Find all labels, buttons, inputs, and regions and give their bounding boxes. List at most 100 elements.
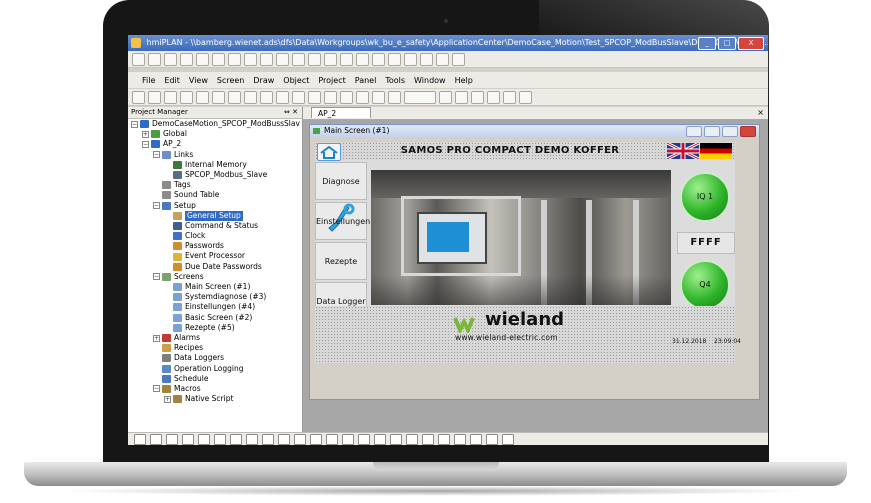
zoom-in-icon[interactable] (324, 90, 337, 104)
lamp-icon[interactable] (438, 433, 450, 445)
alarm-display-icon[interactable] (486, 433, 498, 445)
tree-expand-icon[interactable]: + (153, 334, 160, 342)
bring-front-icon[interactable] (324, 52, 337, 66)
menu-draw[interactable]: Draw (253, 76, 274, 85)
align-top-icon[interactable] (180, 52, 193, 66)
screen-close-button[interactable] (740, 126, 756, 137)
pie-icon[interactable] (342, 433, 354, 445)
undo-icon[interactable] (228, 90, 241, 104)
align-bottom-icon[interactable] (212, 52, 225, 66)
offline-sim-icon[interactable] (455, 90, 468, 104)
menu-help[interactable]: Help (455, 76, 473, 85)
tree-item[interactable]: Einstellungen (#4) (128, 302, 302, 312)
open-folder-icon[interactable] (148, 90, 161, 104)
new-file-icon[interactable] (132, 90, 145, 104)
unlock-icon[interactable] (404, 52, 417, 66)
tree-expand-icon[interactable]: + (164, 395, 171, 403)
zoom-out-icon[interactable] (340, 90, 353, 104)
rezepte-button[interactable]: Rezepte (315, 242, 367, 280)
paste-icon[interactable] (212, 90, 225, 104)
same-width-icon[interactable] (276, 52, 289, 66)
polygon-icon[interactable] (262, 433, 274, 445)
tree-item[interactable]: − Screens (128, 272, 302, 282)
align-left-icon[interactable] (132, 52, 145, 66)
screen-properties-icon[interactable] (308, 90, 321, 104)
tab-close-icon[interactable]: × (757, 107, 764, 119)
zoom-select[interactable] (404, 90, 436, 104)
online-sim-icon[interactable] (471, 90, 484, 104)
tree-expand-icon[interactable]: + (142, 130, 149, 138)
tree-item[interactable]: Main Screen (#1) (128, 282, 302, 292)
tree-item[interactable]: Internal Memory (128, 160, 302, 170)
tree-item[interactable]: + Alarms (128, 333, 302, 343)
tree-item[interactable]: Operation Logging (128, 364, 302, 374)
screen-maximize-button[interactable] (722, 126, 738, 137)
ungroup-icon[interactable] (372, 52, 385, 66)
recipe-display-icon[interactable] (502, 433, 514, 445)
menu-file[interactable]: File (142, 76, 155, 85)
tree-item[interactable]: Clock (128, 231, 302, 241)
menu-tools[interactable]: Tools (385, 76, 405, 85)
flip-icon[interactable] (436, 52, 449, 66)
menu-screen[interactable]: Screen (217, 76, 245, 85)
group-icon[interactable] (356, 52, 369, 66)
tree-item[interactable]: − DemoCaseMotion_SPCOP_ModBussSlav (128, 119, 302, 129)
tree-item[interactable]: − AP_2 (128, 139, 302, 149)
tree-item[interactable]: SPCOP_Modbus_Slave (128, 170, 302, 180)
screen-new-icon[interactable] (260, 90, 273, 104)
circle-icon[interactable] (294, 433, 306, 445)
tree-item[interactable]: Data Loggers (128, 353, 302, 363)
save-icon[interactable] (164, 90, 177, 104)
horizontal-line-icon[interactable] (182, 433, 194, 445)
pentagon-icon[interactable] (278, 433, 290, 445)
vertical-line-icon[interactable] (198, 433, 210, 445)
tree-expand-icon[interactable]: − (153, 202, 160, 210)
pointer-icon[interactable] (134, 433, 146, 445)
picture-icon[interactable] (406, 433, 418, 445)
tree-item[interactable]: Tags (128, 180, 302, 190)
transfer-icon[interactable] (487, 90, 500, 104)
tree-expand-icon[interactable]: − (153, 151, 160, 159)
tree-item[interactable]: Passwords (128, 241, 302, 251)
menu-edit[interactable]: Edit (164, 76, 180, 85)
align-right-icon[interactable] (164, 52, 177, 66)
screen-minimize-button[interactable] (704, 126, 720, 137)
menu-view[interactable]: View (189, 76, 208, 85)
menu-object[interactable]: Object (283, 76, 309, 85)
tree-item[interactable]: Systemdiagnose (#3) (128, 292, 302, 302)
menu-panel[interactable]: Panel (355, 76, 377, 85)
polyline-icon[interactable] (214, 433, 226, 445)
ellipse-icon[interactable] (310, 433, 322, 445)
table-icon[interactable] (358, 433, 370, 445)
help-icon[interactable] (519, 90, 532, 104)
tree-item[interactable]: − Setup (128, 201, 302, 211)
data-display-icon[interactable] (454, 433, 466, 445)
screen-copy-icon[interactable] (276, 90, 289, 104)
tab-ap-2[interactable]: AP_2 (311, 107, 371, 118)
download-icon[interactable] (388, 90, 401, 104)
rotate-icon[interactable] (420, 52, 433, 66)
tree-item[interactable]: Event Processor (128, 251, 302, 261)
rectangle-icon[interactable] (230, 433, 242, 445)
home-button[interactable] (317, 143, 341, 161)
compile-icon[interactable] (372, 90, 385, 104)
dot-icon[interactable] (150, 433, 162, 445)
menu-window[interactable]: Window (414, 76, 446, 85)
rounded-rectangle-icon[interactable] (246, 433, 258, 445)
tree-expand-icon[interactable]: − (153, 385, 160, 393)
menu-project[interactable]: Project (318, 76, 345, 85)
tree-item[interactable]: − Links (128, 150, 302, 160)
simulate-icon[interactable] (439, 90, 452, 104)
send-back-icon[interactable] (340, 52, 353, 66)
same-height-icon[interactable] (292, 52, 305, 66)
same-size-icon[interactable] (308, 52, 321, 66)
maximize-button[interactable]: □ (718, 37, 736, 50)
space-vertical-icon[interactable] (260, 52, 273, 66)
tree-item[interactable]: Basic Screen (#2) (128, 313, 302, 323)
einstellungen-button[interactable]: Einstellungen (315, 202, 370, 240)
tree-item[interactable]: General Setup (128, 210, 302, 221)
tree-expand-icon[interactable]: − (153, 273, 160, 281)
screen-restore-button[interactable] (686, 126, 702, 137)
close-button[interactable]: X (738, 37, 764, 50)
lock-icon[interactable] (388, 52, 401, 66)
